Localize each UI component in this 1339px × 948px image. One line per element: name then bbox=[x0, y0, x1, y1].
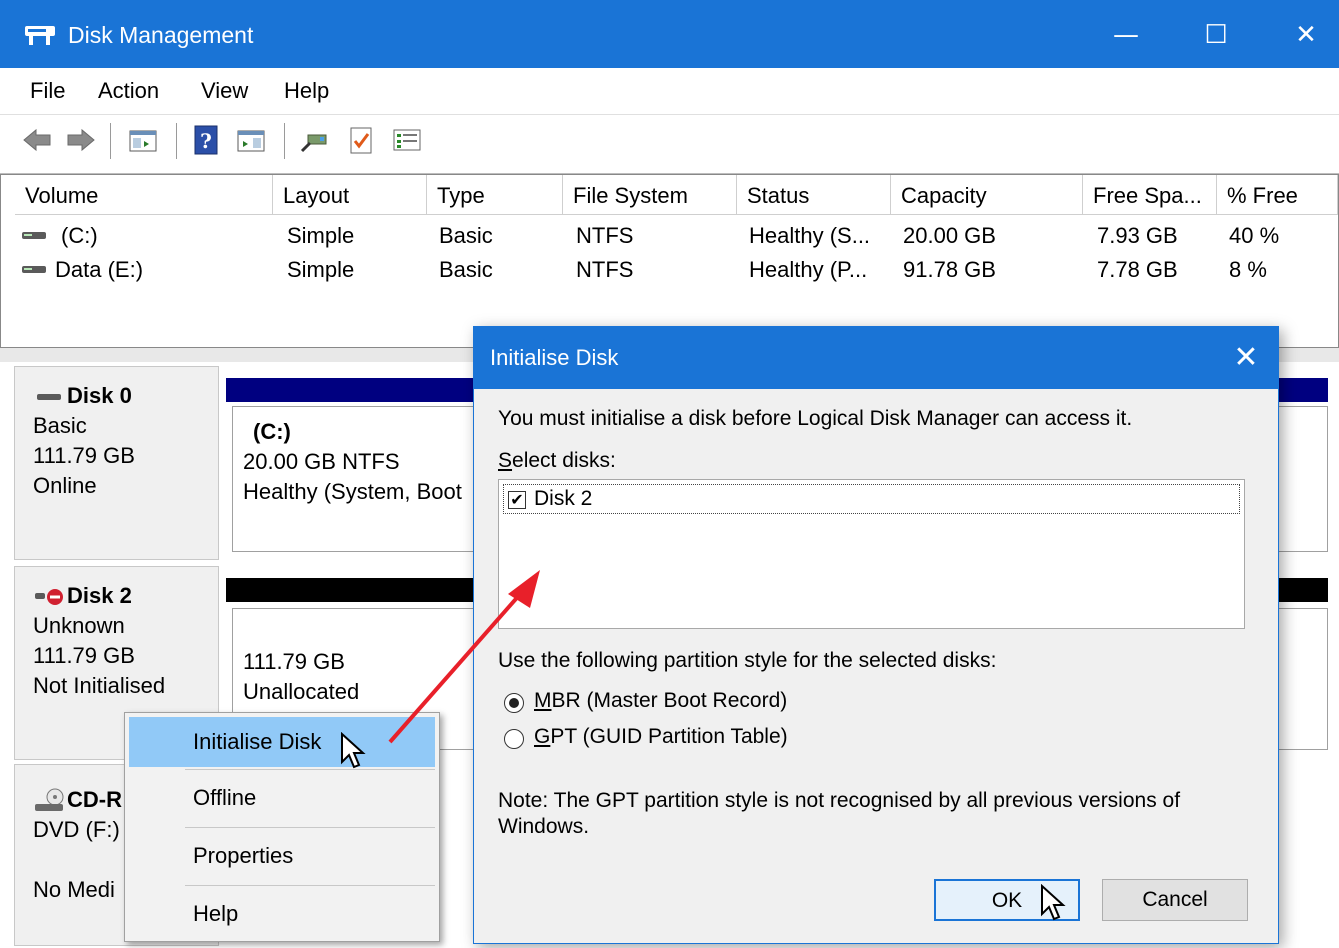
annotation-arrow bbox=[388, 570, 540, 744]
mouse-cursor-icon bbox=[341, 732, 366, 769]
mouse-cursor-icon bbox=[1041, 884, 1066, 921]
